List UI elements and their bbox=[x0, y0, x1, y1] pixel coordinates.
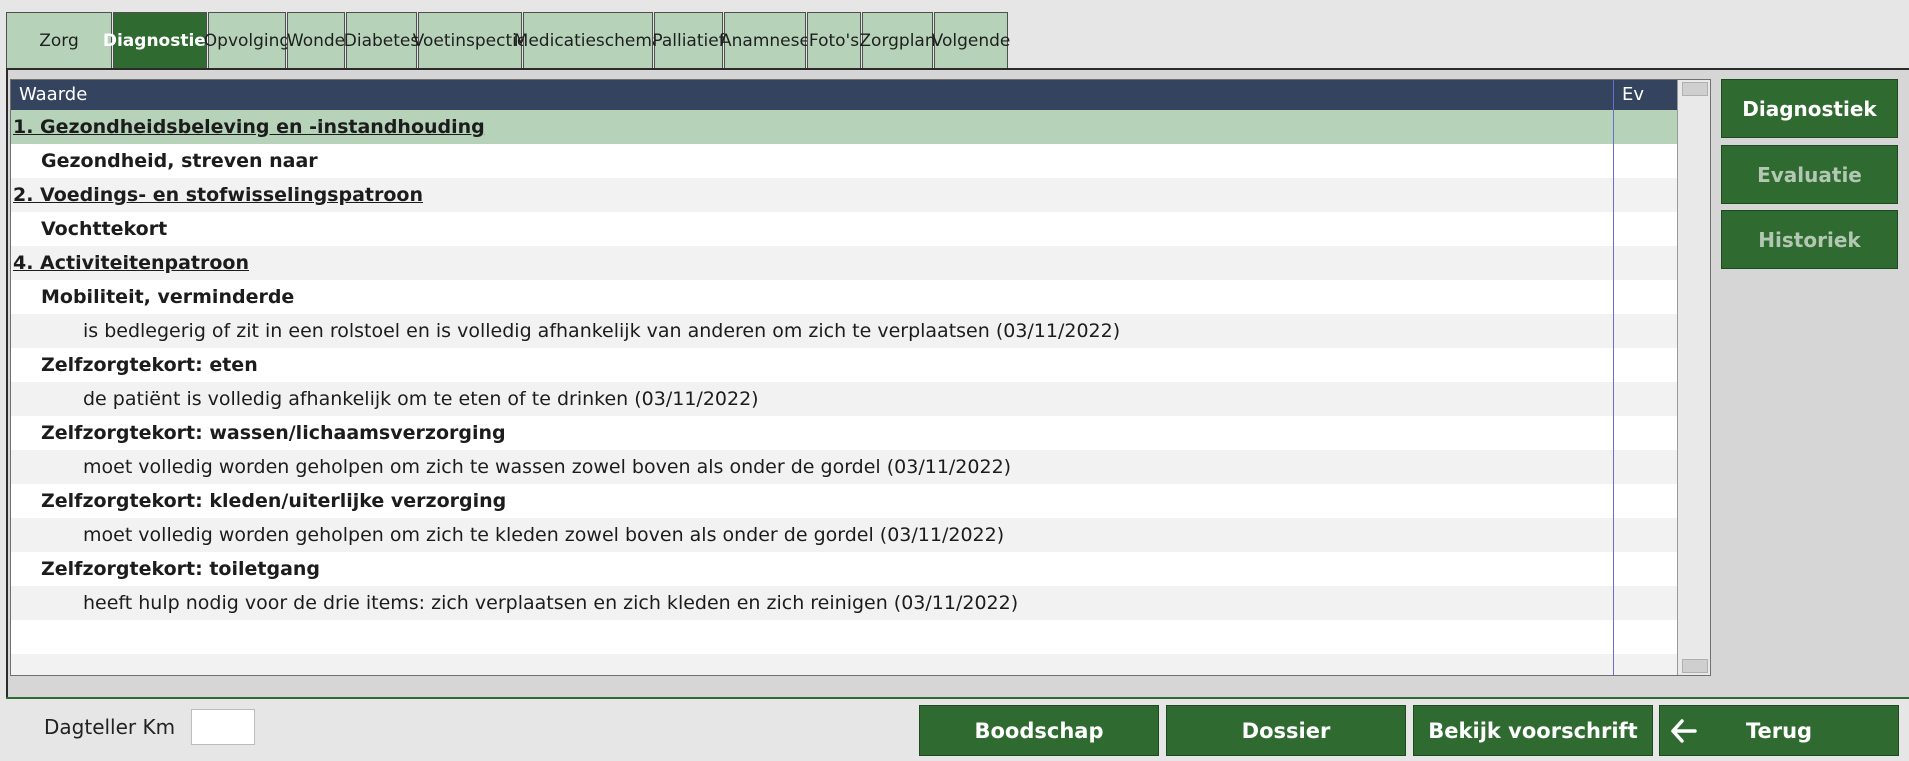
row-text: heeft hulp nodig voor de drie items: zic… bbox=[83, 592, 1019, 614]
diagnosis-row[interactable]: Zelfzorgtekort: eten bbox=[11, 348, 1678, 382]
column-divider bbox=[1613, 80, 1614, 675]
tab-zorg[interactable]: Zorg bbox=[6, 12, 112, 68]
vertical-scrollbar[interactable] bbox=[1678, 80, 1710, 675]
row-text: Zelfzorgtekort: wassen/lichaamsverzorgin… bbox=[41, 422, 506, 444]
dagteller-label: Dagteller Km bbox=[44, 715, 176, 739]
row-text: 1. Gezondheidsbeleving en -instandhoudin… bbox=[13, 116, 485, 138]
row-text: Zelfzorgtekort: eten bbox=[41, 354, 258, 376]
row-text: 2. Voedings- en stofwisselingspatroon bbox=[13, 184, 423, 206]
diagnostiek-button[interactable]: Diagnostiek bbox=[1721, 79, 1898, 138]
row-text: Gezondheid, streven naar bbox=[41, 150, 318, 172]
diagnosis-row[interactable]: Mobiliteit, verminderde bbox=[11, 280, 1678, 314]
diagnosis-row[interactable]: Gezondheid, streven naar bbox=[11, 144, 1678, 178]
historiek-button[interactable]: Historiek bbox=[1721, 210, 1898, 269]
diagnosis-row[interactable]: Zelfzorgtekort: toiletgang bbox=[11, 552, 1678, 586]
tab-wonde[interactable]: Wonde bbox=[287, 12, 345, 68]
column-header-waarde[interactable]: Waarde bbox=[19, 84, 87, 105]
category-row[interactable]: 2. Voedings- en stofwisselingspatroon bbox=[11, 178, 1678, 212]
row-text: Zelfzorgtekort: kleden/uiterlijke verzor… bbox=[41, 490, 507, 512]
tab-volgende[interactable]: Volgende bbox=[932, 12, 1010, 68]
empty-row bbox=[11, 620, 1678, 654]
tab-zorgplan[interactable]: Zorgplan bbox=[859, 12, 936, 68]
panel-divider bbox=[6, 697, 1909, 699]
tab-palliatief[interactable]: Palliatief bbox=[652, 12, 725, 68]
row-text: de patiënt is volledig afhankelijk om te… bbox=[83, 388, 759, 410]
tab-bar: Zorg Diagnostiek Opvolging Wonde Diabete… bbox=[6, 12, 1010, 68]
tab-fotos[interactable]: Foto's bbox=[807, 12, 861, 68]
row-text: moet volledig worden geholpen om zich te… bbox=[83, 524, 1005, 546]
detail-row[interactable]: heeft hulp nodig voor de drie items: zic… bbox=[11, 586, 1678, 620]
evaluatie-button[interactable]: Evaluatie bbox=[1721, 145, 1898, 204]
category-row[interactable]: 1. Gezondheidsbeleving en -instandhoudin… bbox=[11, 110, 1678, 144]
empty-row bbox=[11, 654, 1678, 675]
row-text: Vochttekort bbox=[41, 218, 168, 240]
row-text: moet volledig worden geholpen om zich te… bbox=[83, 456, 1012, 478]
terug-button[interactable]: Terug bbox=[1659, 705, 1899, 756]
tab-medicatieschema[interactable]: Medicatieschema bbox=[514, 12, 662, 68]
boodschap-button[interactable]: Boodschap bbox=[919, 705, 1159, 756]
terug-label: Terug bbox=[1745, 718, 1813, 743]
tab-opvolging[interactable]: Opvolging bbox=[204, 12, 290, 68]
tab-voetinspectie[interactable]: Voetinspectie bbox=[413, 12, 527, 68]
row-text: Zelfzorgtekort: toiletgang bbox=[41, 558, 321, 580]
row-text: Mobiliteit, verminderde bbox=[41, 286, 295, 308]
diagnosis-row[interactable]: Zelfzorgtekort: wassen/lichaamsverzorgin… bbox=[11, 416, 1678, 450]
category-row[interactable]: 4. Activiteitenpatroon bbox=[11, 246, 1678, 280]
column-header-ev[interactable]: Ev bbox=[1613, 80, 1644, 110]
tab-diagnostiek[interactable]: Diagnostiek bbox=[103, 12, 217, 68]
dagteller-km-input[interactable] bbox=[191, 709, 255, 745]
diagnosis-row[interactable]: Zelfzorgtekort: kleden/uiterlijke verzor… bbox=[11, 484, 1678, 518]
detail-row[interactable]: moet volledig worden geholpen om zich te… bbox=[11, 450, 1678, 484]
grid-header: Waarde Ev bbox=[11, 80, 1678, 110]
tab-anamnese[interactable]: Anamnese bbox=[720, 12, 810, 68]
detail-row[interactable]: moet volledig worden geholpen om zich te… bbox=[11, 518, 1678, 552]
scroll-up-button[interactable] bbox=[1682, 82, 1708, 96]
detail-row[interactable]: de patiënt is volledig afhankelijk om te… bbox=[11, 382, 1678, 416]
arrow-left-icon bbox=[1670, 718, 1698, 749]
bekijk-voorschrift-button[interactable]: Bekijk voorschrift bbox=[1413, 705, 1653, 756]
scroll-down-button[interactable] bbox=[1682, 659, 1708, 673]
dossier-button[interactable]: Dossier bbox=[1166, 705, 1406, 756]
detail-row[interactable]: is bedlegerig of zit in een rolstoel en … bbox=[11, 314, 1678, 348]
grid-rows: 1. Gezondheidsbeleving en -instandhoudin… bbox=[11, 110, 1678, 675]
row-text: 4. Activiteitenpatroon bbox=[13, 252, 249, 274]
row-text: is bedlegerig of zit in een rolstoel en … bbox=[83, 320, 1121, 342]
diagnostics-grid: Waarde Ev 1. Gezondheidsbeleving en -ins… bbox=[10, 79, 1711, 676]
tab-diabetes[interactable]: Diabetes bbox=[344, 12, 419, 68]
diagnosis-row[interactable]: Vochttekort bbox=[11, 212, 1678, 246]
